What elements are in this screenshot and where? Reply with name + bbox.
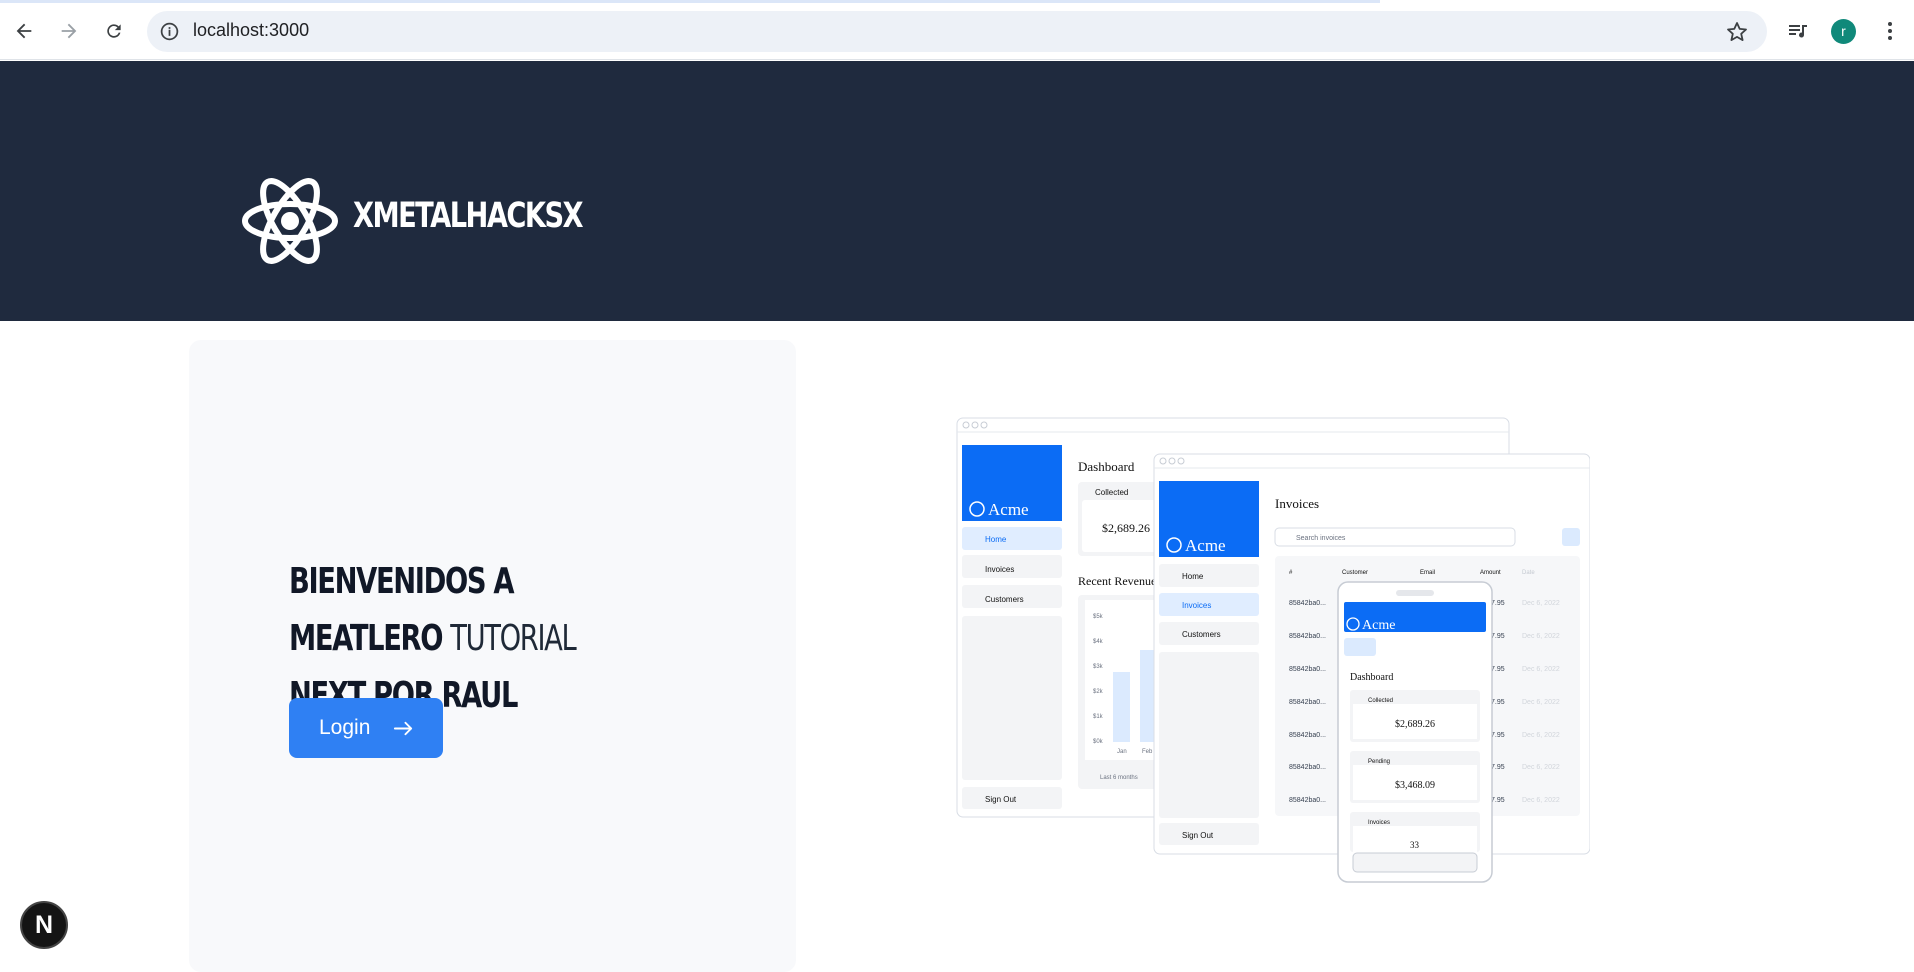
svg-text:33: 33 (1410, 840, 1420, 850)
svg-text:7.95: 7.95 (1491, 797, 1505, 804)
brand-name: XMETALHACKSX (353, 196, 584, 236)
back-icon[interactable] (7, 14, 41, 48)
svg-text:85842ba0...: 85842ba0... (1289, 699, 1326, 706)
page-load-progress (0, 0, 1380, 3)
svg-text:Home: Home (1182, 572, 1204, 581)
svg-text:$2,689.26: $2,689.26 (1395, 719, 1435, 730)
tablet-search-placeholder: Search invoices (1296, 535, 1346, 542)
svg-text:7.95: 7.95 (1491, 600, 1505, 607)
desktop-acme-brand: Acme (988, 500, 1029, 519)
svg-text:Dec 6, 2022: Dec 6, 2022 (1522, 732, 1560, 739)
svg-text:7.95: 7.95 (1491, 732, 1505, 739)
desktop-sign-out: Sign Out (985, 795, 1017, 804)
svg-text:Feb: Feb (1142, 749, 1153, 755)
svg-text:$3k: $3k (1093, 664, 1104, 670)
bookmark-star-icon[interactable] (1725, 20, 1749, 44)
svg-text:Dec 6, 2022: Dec 6, 2022 (1522, 666, 1560, 673)
svg-text:$0k: $0k (1093, 739, 1104, 745)
desktop-nav-invoices: Invoices (985, 565, 1014, 574)
phone-title: Dashboard (1350, 672, 1393, 683)
reload-icon[interactable] (97, 14, 131, 48)
phone-acme-brand: Acme (1362, 618, 1395, 633)
svg-text:$3,468.09: $3,468.09 (1395, 780, 1435, 791)
desktop-collected-label: Collected (1095, 488, 1128, 497)
svg-text:7.95: 7.95 (1491, 764, 1505, 771)
arrow-right-icon[interactable] (392, 717, 415, 740)
nextjs-logo-icon[interactable]: N (35, 911, 53, 940)
address-bar[interactable]: localhost:3000 (147, 11, 1767, 52)
svg-text:Dec 6, 2022: Dec 6, 2022 (1522, 797, 1560, 804)
login-button[interactable]: Login (289, 698, 443, 758)
svg-text:$2k: $2k (1093, 689, 1104, 695)
url-text[interactable]: localhost:3000 (193, 20, 309, 41)
svg-text:Sign Out: Sign Out (1182, 831, 1214, 840)
menu-icon[interactable] (1880, 14, 1900, 48)
desktop-title: Dashboard (1078, 459, 1135, 474)
atom-logo-icon (242, 178, 338, 264)
svg-text:85842ba0...: 85842ba0... (1289, 732, 1326, 739)
svg-text:$1k: $1k (1093, 714, 1104, 720)
svg-text:Invoices: Invoices (1368, 820, 1390, 826)
svg-text:85842ba0...: 85842ba0... (1289, 600, 1326, 607)
forward-icon[interactable] (52, 14, 86, 48)
site-info-icon[interactable] (159, 21, 180, 42)
desktop-nav-home: Home (985, 535, 1007, 544)
svg-text:Pending: Pending (1368, 759, 1390, 765)
svg-text:85842ba0...: 85842ba0... (1289, 797, 1326, 804)
svg-text:Email: Email (1420, 570, 1435, 576)
svg-text:Jan: Jan (1117, 749, 1127, 755)
svg-text:Invoices: Invoices (1182, 601, 1211, 610)
welcome-thin-text: TUTORIAL (450, 618, 576, 659)
svg-text:Dec 6, 2022: Dec 6, 2022 (1522, 699, 1560, 706)
svg-text:Customer: Customer (1342, 570, 1368, 576)
nextjs-devtools-button[interactable]: N (20, 901, 68, 949)
svg-text:85842ba0...: 85842ba0... (1289, 666, 1326, 673)
svg-text:Amount: Amount (1480, 570, 1501, 576)
svg-text:85842ba0...: 85842ba0... (1289, 633, 1326, 640)
svg-text:$4k: $4k (1093, 639, 1104, 645)
desktop-revenue-title: Recent Revenue (1078, 574, 1156, 588)
profile-avatar[interactable]: r (1831, 14, 1857, 48)
svg-text:7.95: 7.95 (1491, 699, 1505, 706)
tablet-title: Invoices (1275, 496, 1319, 511)
desktop-collected-value: $2,689.26 (1102, 521, 1150, 535)
dashboard-mockup-image: Acme Home Invoices Customers Sign Out Da… (956, 417, 1590, 883)
profile-initial[interactable]: r (1831, 18, 1856, 44)
browser-toolbar: localhost:3000 r (0, 0, 1914, 60)
login-label[interactable]: Login (319, 716, 370, 740)
desktop-nav-customers: Customers (985, 595, 1024, 604)
svg-text:7.95: 7.95 (1491, 633, 1505, 640)
phone-window: Acme Dashboard Collected $2,689.26 Pendi… (1337, 581, 1493, 883)
svg-text:Customers: Customers (1182, 630, 1221, 639)
svg-text:Date: Date (1522, 570, 1535, 576)
svg-text:85842ba0...: 85842ba0... (1289, 764, 1326, 771)
media-icon[interactable] (1786, 14, 1812, 48)
svg-text:$5k: $5k (1093, 614, 1104, 620)
svg-text:Dec 6, 2022: Dec 6, 2022 (1522, 633, 1560, 640)
svg-text:7.95: 7.95 (1491, 666, 1505, 673)
svg-text:Dec 6, 2022: Dec 6, 2022 (1522, 600, 1560, 607)
svg-text:Dec 6, 2022: Dec 6, 2022 (1522, 764, 1560, 771)
tablet-acme-brand: Acme (1185, 536, 1226, 555)
svg-text:Collected: Collected (1368, 698, 1393, 704)
desktop-footer: Last 6 months (1100, 775, 1138, 781)
